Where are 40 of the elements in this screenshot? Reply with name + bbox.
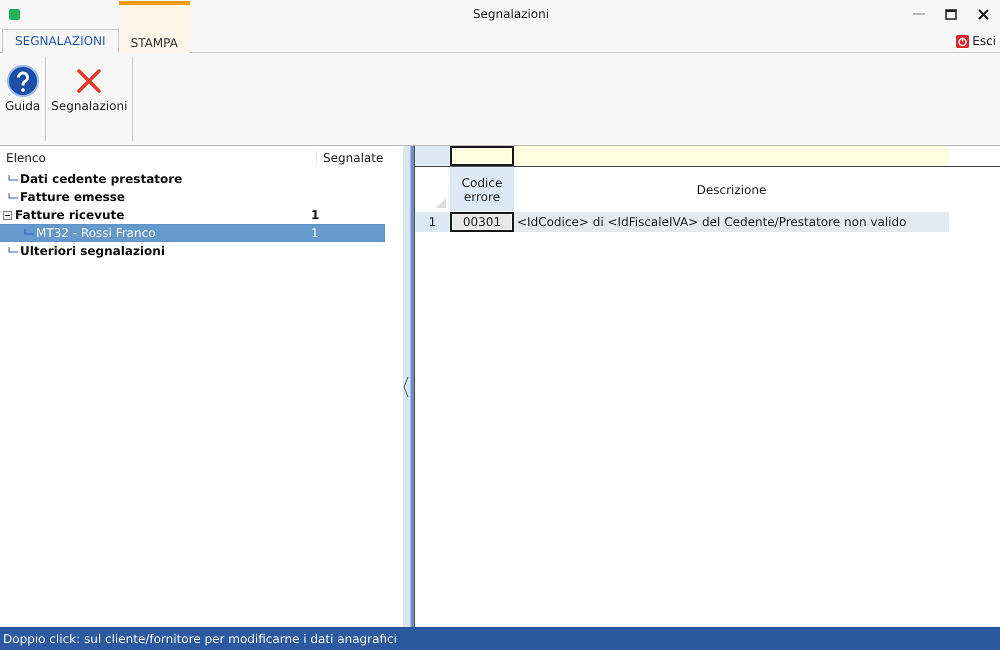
close-icon[interactable] <box>976 7 990 21</box>
tree-item-label: Fatture emesse <box>20 190 126 204</box>
column-header: Descrizione <box>696 182 768 198</box>
delete-button[interactable]: Segnalazioni <box>46 57 134 141</box>
table-cell[interactable]: 00301 <box>450 212 514 232</box>
status-bar: Doppio click: sul cliente/fornitore per modificarne i dati anagrafici <box>0 627 1000 650</box>
ribbon-tab[interactable]: STAMPA <box>118 1 190 53</box>
tree-row[interactable]: Fatture ricevute 1 <box>0 206 385 224</box>
row-number: 1 <box>415 212 450 232</box>
tree-item-count: 1 <box>311 226 320 240</box>
tree-item-label: Ulteriori segnalazioni <box>20 244 166 258</box>
tree-line-icon <box>8 192 18 202</box>
help-icon <box>6 65 39 97</box>
tree-item-count: 1 <box>311 208 320 222</box>
column-header: Elenco <box>5 151 47 165</box>
app-icon <box>9 8 20 20</box>
help-button[interactable]: Guida <box>0 57 46 141</box>
exit-button[interactable]: Esci <box>956 34 1000 52</box>
filter-cell <box>415 146 450 166</box>
tree-row[interactable]: Fatture emesse <box>0 188 385 206</box>
tree-line-icon <box>8 174 18 184</box>
corner-icon <box>436 198 446 208</box>
filter-field[interactable] <box>514 146 949 166</box>
ribbon-tab[interactable]: SEGNALAZIONI <box>2 29 119 53</box>
table-cell-text: <IdCodice> di <IdFiscaleIVA> del Cedente/Prestatore non valido <box>516 214 908 231</box>
tree-line-icon <box>8 246 18 256</box>
filter-field[interactable] <box>450 146 514 166</box>
tree-row[interactable]: Dati cedente prestatore <box>0 170 385 188</box>
tree-row[interactable]: Ulteriori segnalazioni <box>0 242 385 260</box>
chevron-left-icon <box>403 376 409 398</box>
maximize-icon[interactable] <box>944 7 958 21</box>
tree-item-label: MT32 - Rossi Franco <box>36 226 157 240</box>
splitter[interactable] <box>403 146 414 627</box>
window-title: Segnalazioni <box>472 7 550 21</box>
column-header: Codice errore <box>450 167 514 212</box>
collapse-icon[interactable] <box>3 210 12 220</box>
tree-line-icon <box>24 228 34 238</box>
tree-item-label: Fatture ricevute <box>15 208 126 222</box>
power-icon <box>956 34 970 48</box>
tree-item-label: Dati cedente prestatore <box>20 172 184 186</box>
